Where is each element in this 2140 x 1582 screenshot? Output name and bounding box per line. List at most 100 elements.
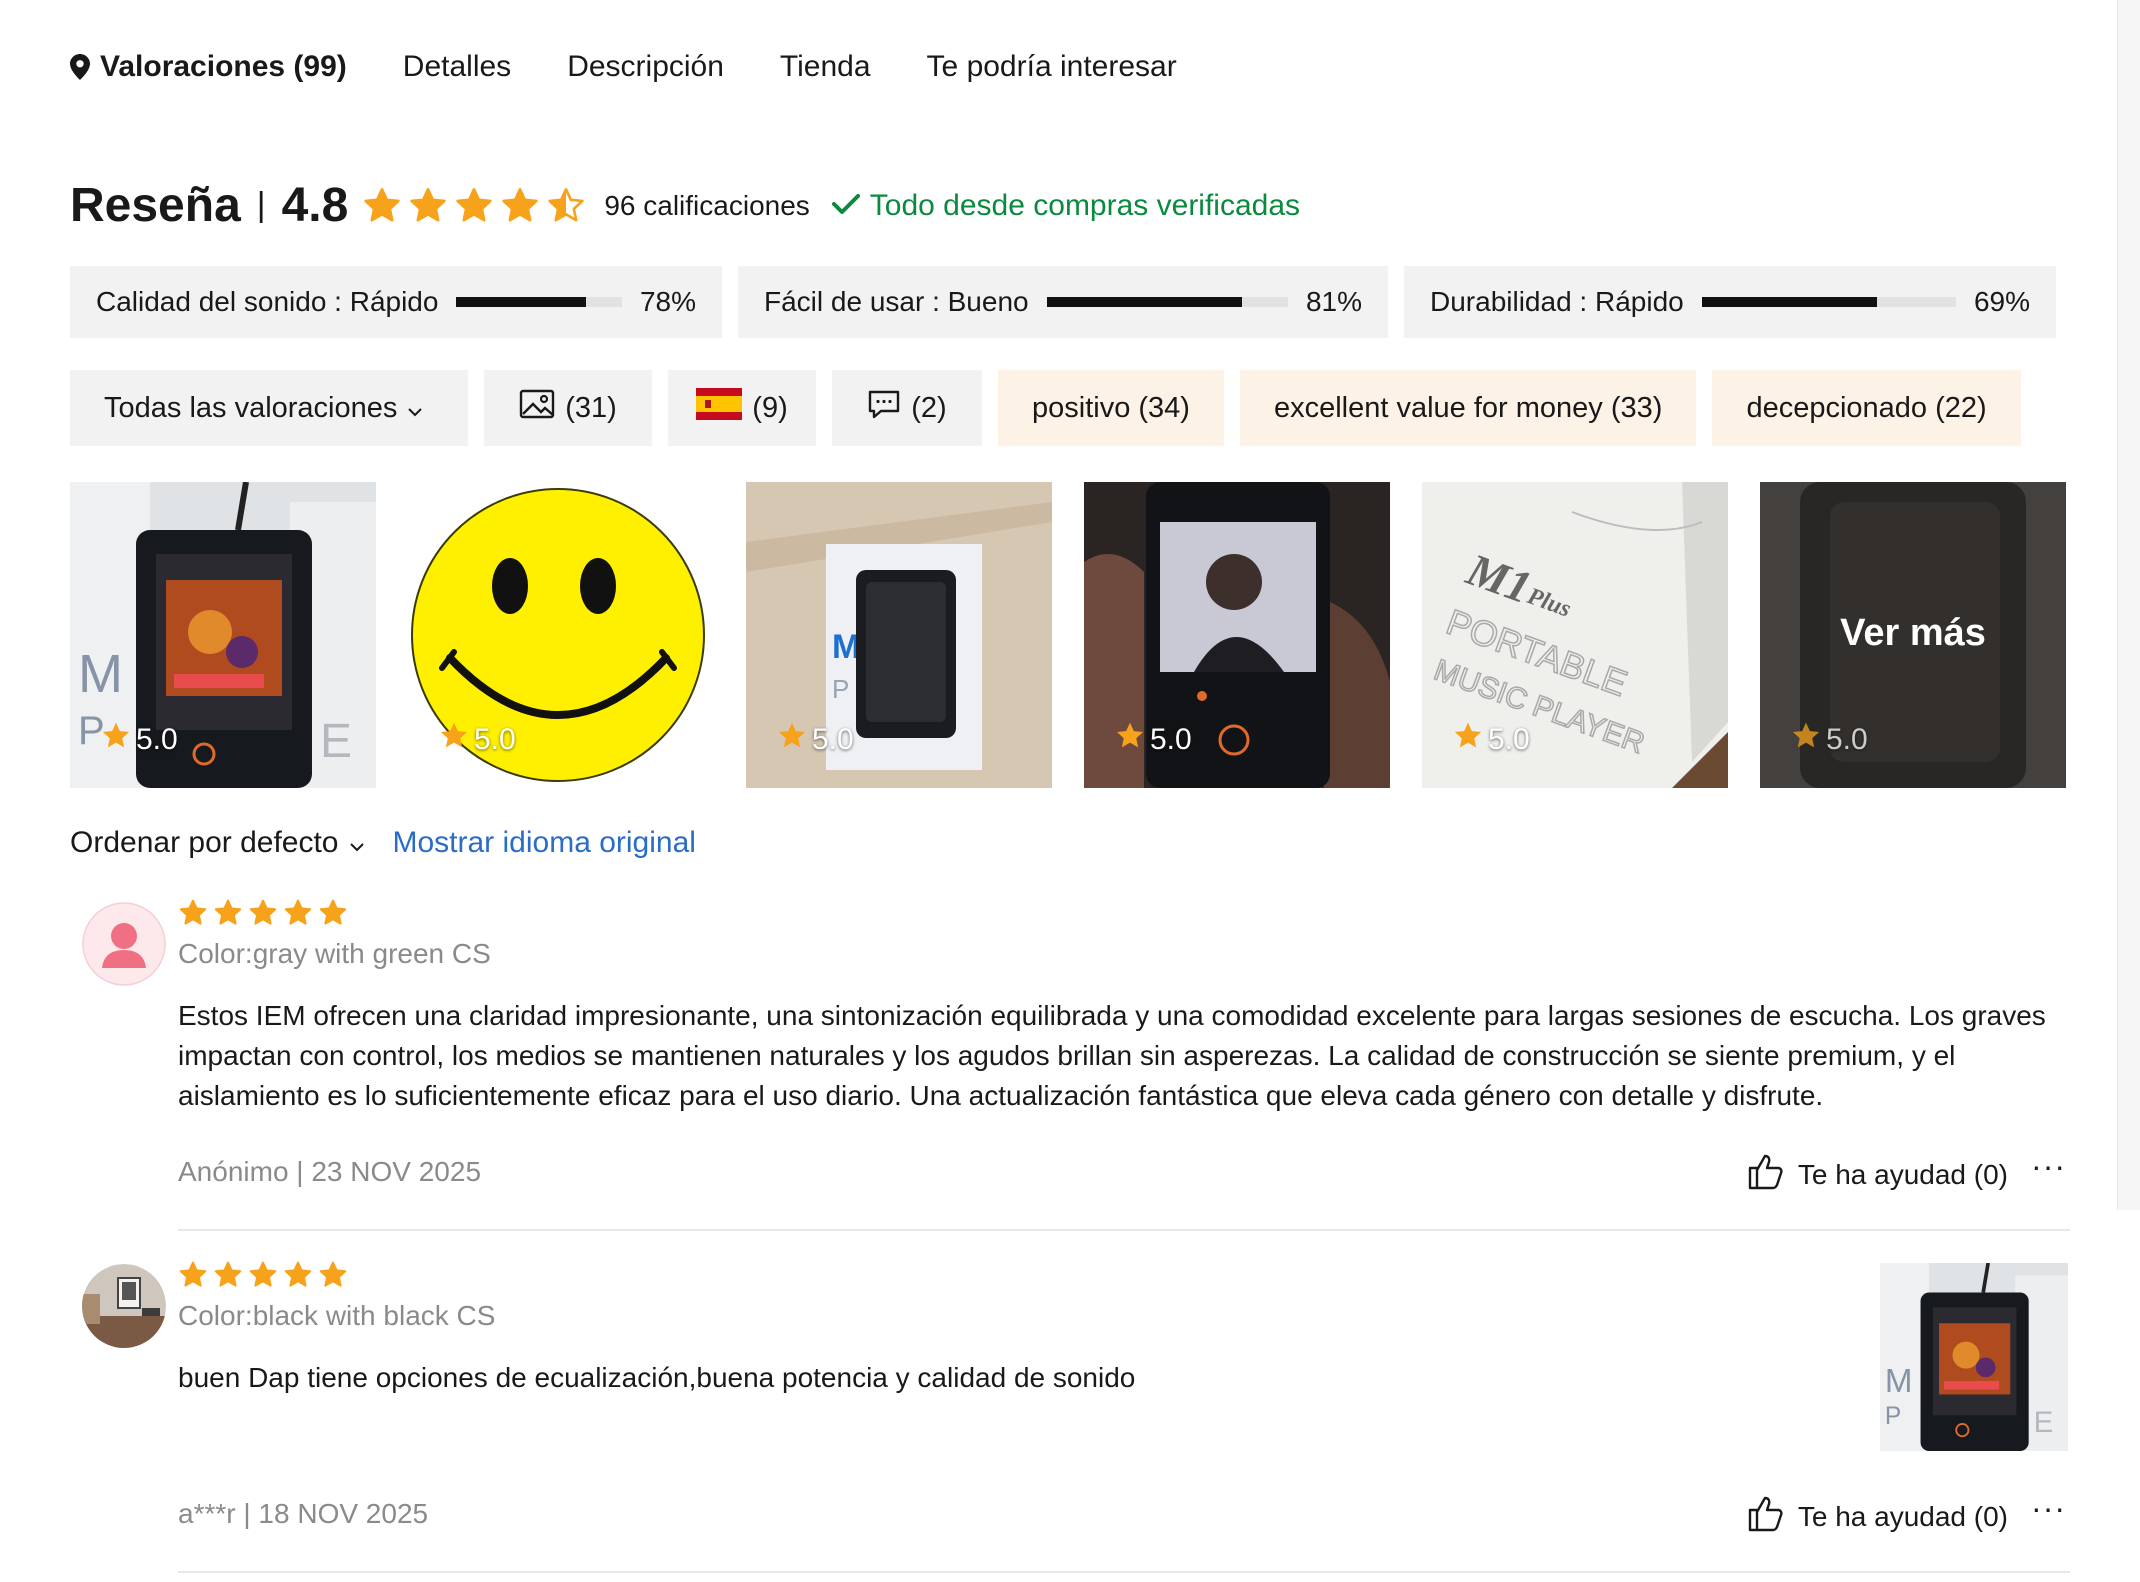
filter-photos[interactable]: (31) (484, 370, 652, 446)
avatar (82, 1264, 166, 1348)
photo-rating-value: 5.0 (1826, 723, 1868, 756)
chevron-down-icon (407, 392, 423, 425)
verified-purchases: Todo desde compras verificadas (831, 188, 1301, 223)
filter-country-spain[interactable]: (9) (668, 370, 816, 446)
filter-comments-count: (2) (911, 391, 947, 424)
review-photo-player-on-box[interactable]: M P E 5.0 (70, 482, 376, 788)
metric-durability: Durabilidad : Rápido 69% (1404, 266, 2056, 338)
rating-metrics: Calidad del sonido : Rápido 78% Fácil de… (70, 266, 2056, 338)
default-user-icon (82, 902, 166, 986)
filter-tag-positivo[interactable]: positivo (34) (998, 370, 1224, 446)
tab-label: Te podría interesar (926, 50, 1177, 83)
star-icon (284, 899, 312, 925)
avatar (82, 902, 166, 986)
sort-dropdown[interactable]: Ordenar por defecto (70, 826, 365, 860)
star-icon (438, 720, 470, 760)
metric-bar-fill (456, 297, 586, 307)
svg-text:E: E (2034, 1406, 2054, 1439)
review-variant: Color:gray with green CS (178, 938, 491, 969)
star-icon (214, 899, 242, 925)
metric-bar-fill (1701, 297, 1878, 307)
tab-descripcion[interactable]: Descripción (567, 50, 724, 84)
sort-label: Ordenar por defecto (70, 826, 339, 859)
filter-tag-value[interactable]: excellent value for money (33) (1239, 370, 1697, 446)
filter-all-label: Todas las valoraciones (104, 391, 398, 424)
tab-detalles[interactable]: Detalles (403, 50, 511, 84)
review-title: Reseña (70, 179, 241, 232)
review-item: Color:black with black CS buen Dap tiene… (70, 1260, 2068, 1560)
star-icon (456, 187, 493, 222)
metric-label: Calidad del sonido : Rápido (96, 286, 439, 317)
photo-rating-value: 5.0 (812, 723, 854, 756)
metric-bar (1046, 297, 1288, 307)
review-stars (178, 1260, 1858, 1290)
review-attached-photo[interactable]: M P E (1880, 1263, 2068, 1451)
star-icon (319, 1261, 347, 1287)
metric-percent: 69% (1973, 286, 2030, 317)
more-options-button[interactable]: ··· (2031, 1490, 2066, 1527)
photo-rating: 5.0 (1452, 720, 1530, 760)
review-photo-m1-plus-box[interactable]: M1 Plus PORTABLE MUSIC PLAYER 5.0 (1422, 482, 1728, 788)
tab-tienda[interactable]: Tienda (780, 50, 871, 84)
location-pin-icon (70, 54, 90, 80)
review-divider (178, 1571, 2070, 1573)
review-photos: M P E 5.0 5.0 M P 5.0 5.0 M1 Plus PORTAB… (70, 482, 2066, 788)
review-tabs: Valoraciones (99) Detalles Descripción T… (70, 50, 1177, 84)
star-icon (249, 1261, 277, 1287)
svg-text:M: M (1885, 1363, 1913, 1400)
more-options-button[interactable]: ··· (2031, 1148, 2066, 1185)
helpful-button[interactable]: Te ha ayudad (0) (1746, 1493, 2008, 1540)
review-photo-see-more[interactable]: Ver más 5.0 (1760, 482, 2066, 788)
review-body: Color:black with black CS buen Dap tiene… (178, 1260, 1858, 1398)
metric-label: Durabilidad : Rápido (1430, 286, 1684, 317)
review-variant: Color:black with black CS (178, 1300, 496, 1331)
scrollbar[interactable] (2117, 0, 2140, 1210)
review-stars (178, 898, 2068, 928)
photo-rating-value: 5.0 (1150, 723, 1192, 756)
review-summary: Reseña | 4.8 96 calificaciones Todo desd… (70, 178, 1300, 233)
filter-tag-decepcionado[interactable]: decepcionado (22) (1712, 370, 2021, 446)
review-filters: Todas las valoraciones (31) (9) (2) posi… (70, 370, 2021, 446)
star-icon (179, 899, 207, 925)
filter-all-dropdown[interactable]: Todas las valoraciones (70, 370, 468, 446)
photo-rating: 5.0 (776, 720, 854, 760)
filter-comments[interactable]: (2) (832, 370, 982, 446)
tab-valoraciones[interactable]: Valoraciones (99) (70, 50, 347, 84)
verified-label: Todo desde compras verificadas (869, 188, 1301, 222)
player-photo-image: M P E (1880, 1263, 2068, 1451)
review-photo-case-on-box[interactable]: M P 5.0 (746, 482, 1052, 788)
tab-label: Tienda (779, 50, 871, 83)
photo-rating-value: 5.0 (1488, 723, 1530, 756)
svg-text:P: P (1885, 1403, 1901, 1430)
review-photo-smiley[interactable]: 5.0 (408, 482, 714, 788)
star-icon (319, 899, 347, 925)
photo-rating: 5.0 (1114, 720, 1192, 760)
star-icon (100, 720, 132, 760)
star-icon (776, 720, 808, 760)
photo-rating: 5.0 (100, 720, 178, 760)
star-icon (364, 187, 401, 222)
helpful-label: Te ha ayudad (0) (1797, 1500, 2008, 1532)
chevron-down-icon (349, 826, 365, 860)
review-divider (178, 1229, 2070, 1231)
photo-rating: 5.0 (1790, 720, 1868, 760)
star-icon (1790, 720, 1822, 760)
star-icon (179, 1261, 207, 1287)
svg-text:P: P (832, 674, 849, 704)
tag-label: positivo (34) (1032, 391, 1190, 424)
tab-te-podria-interesar[interactable]: Te podría interesar (927, 50, 1177, 84)
review-photo-player-in-hand[interactable]: 5.0 (1084, 482, 1390, 788)
metric-bar (1701, 297, 1956, 307)
metric-bar-fill (1046, 297, 1243, 307)
review-body: Color:gray with green CS Estos IEM ofrec… (178, 898, 2068, 1116)
star-icon (249, 899, 277, 925)
helpful-label: Te ha ayudad (0) (1797, 1158, 2008, 1190)
helpful-button[interactable]: Te ha ayudad (0) (1746, 1151, 2008, 1198)
spain-flag-icon (696, 388, 743, 428)
average-stars (362, 186, 586, 226)
tab-label: Descripción (567, 50, 724, 83)
show-original-language-link[interactable]: Mostrar idioma original (393, 826, 696, 860)
tag-label: excellent value for money (33) (1273, 391, 1663, 424)
tag-label: decepcionado (22) (1746, 391, 1987, 424)
photo-rating-value: 5.0 (136, 723, 178, 756)
